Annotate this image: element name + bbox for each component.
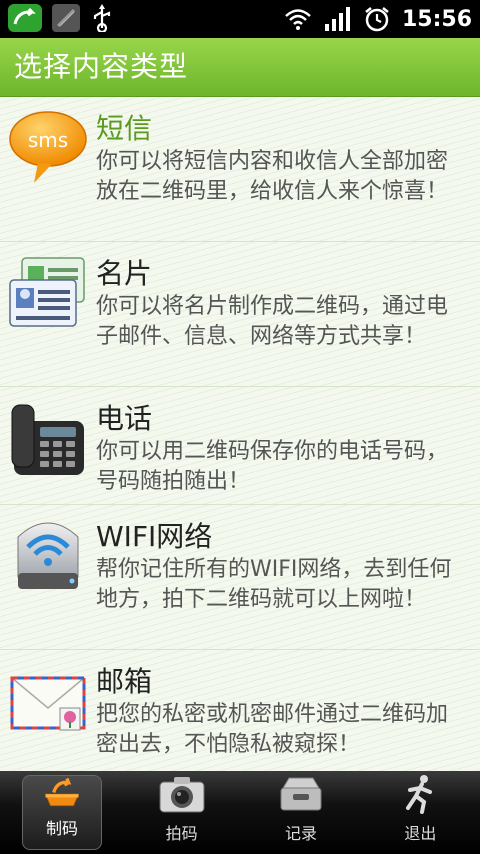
exit-runner-icon [406,775,433,814]
item-name: 短信 [96,112,153,145]
tab-make-code[interactable]: 制码 [22,775,102,850]
svg-text:sms: sms [28,128,68,152]
wifi-signal-icon [285,9,311,30]
item-name: 电话 [96,402,153,435]
tab-exit[interactable]: 退出 [361,771,480,854]
item-description: 帮你记住所有的WIFI网络，去到任何地方，拍下二维码就可以上网啦！ [96,557,452,612]
item-description: 把您的私密或机密邮件通过二维码加密出去，不怕隐私被窥探！ [96,702,449,757]
tab-records[interactable]: 记录 [241,771,360,854]
app-notification-icon [8,4,42,32]
tab-label: 记录 [284,824,317,843]
content-type-list: sms 短信 你可以将短信内容和收信人全部加密放在二维码里，给收信人来个惊喜！ … [0,97,480,771]
envelope-icon [10,676,86,731]
tab-label: 退出 [404,824,437,843]
sms-bubble-icon: sms [9,111,87,183]
status-bar: 15:56 [0,0,480,38]
title-bar: 选择内容类型 [0,38,480,97]
tab-label: 制码 [45,819,78,838]
list-item-business-card[interactable]: 名片 你可以将名片制作成二维码，通过电子邮件、信息、网络等方式共享！ [0,242,480,387]
list-item-wifi[interactable]: WIFI网络 帮你记住所有的WIFI网络，去到任何地方，拍下二维码就可以上网啦！ [0,505,480,650]
records-tray-icon [280,777,322,811]
item-description: 你可以将名片制作成二维码，通过电子邮件、信息、网络等方式共享！ [96,294,449,349]
usb-icon [93,4,111,32]
camera-icon [159,777,205,813]
clock: 15:56 [401,6,472,32]
list-item-phone[interactable]: 电话 你可以用二维码保存你的电话号码，号码随拍随出！ [0,387,480,505]
list-item-email[interactable]: 邮箱 把您的私密或机密邮件通过二维码加密出去，不怕隐私被窥探！ [0,650,480,771]
cell-signal-icon [324,7,350,31]
tab-label: 拍码 [165,824,198,843]
item-name: 邮箱 [96,665,153,698]
item-description: 你可以将短信内容和收信人全部加密放在二维码里，给收信人来个惊喜！ [96,149,449,204]
item-name: WIFI网络 [96,520,213,553]
image-notification-icon [52,4,80,32]
bottom-tab-bar: 制码 拍码 记录 退出 [0,771,480,854]
make-code-icon [44,777,80,807]
tab-scan-code[interactable]: 拍码 [122,771,241,854]
list-item-sms[interactable]: sms 短信 你可以将短信内容和收信人全部加密放在二维码里，给收信人来个惊喜！ [0,97,480,242]
business-card-icon [9,257,85,327]
alarm-icon [365,7,389,32]
telephone-icon [11,404,84,475]
page-title: 选择内容类型 [14,50,189,83]
wifi-drive-icon [17,522,79,589]
item-description: 你可以用二维码保存你的电话号码，号码随拍随出！ [96,439,449,494]
item-name: 名片 [96,257,153,290]
